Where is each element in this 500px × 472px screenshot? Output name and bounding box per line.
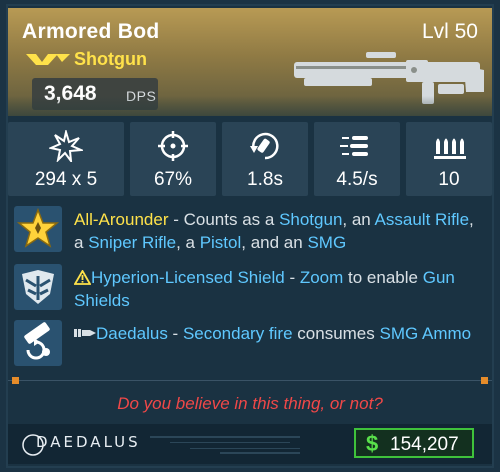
perk-text-part: - [167,324,183,343]
weapon-header: Armored Bod Lvl 50 Shotgun 3,648 DPS [8,8,492,116]
stat-magazine-value: 10 [438,169,460,190]
section-divider [8,380,492,381]
perk-icon-box [14,320,62,366]
divider-accent-left [12,377,19,384]
reload-icon [250,132,279,160]
stat-damage-value: 294 x 5 [34,169,98,190]
perk-icon-box [14,206,62,252]
daedalus-manufacturer-icon [74,329,96,337]
perk-keyword: SMG [307,233,347,252]
perk-title: Hyperion-Licensed Shield [91,268,285,287]
currency-dollar-icon: $ [366,431,379,456]
stats-row: 294 x 5 67% 1.8s 4.5/s 10 [8,122,492,196]
perk-text-part: , an [342,210,375,229]
weapon-level: Lvl 50 [421,20,478,43]
stat-damage: 294 x 5 [8,122,124,196]
accuracy-crosshair-icon [158,131,188,161]
perk-all-arounder: All-Arounder - Counts as a Shotgun, an A… [8,204,492,256]
perk-text-part: - Counts as a [168,210,280,229]
perk-text-part: , a [176,233,200,252]
hyperion-warning-icon [73,269,92,285]
dps-value: 3,648 [44,82,97,105]
stat-accuracy-value: 67% [153,169,193,190]
rarity-chevrons-icon [26,54,70,65]
hyperion-shield-icon [22,270,54,304]
perk-keyword: Shotgun [279,210,343,229]
weapon-type: Shotgun [74,49,147,69]
shotgun-silhouette-icon [294,52,484,104]
perk-keyword: Pistol [199,233,242,252]
perk-description: Hyperion-Licensed Shield - Zoom to enabl… [73,266,474,312]
weapon-name: Armored Bod [22,20,160,43]
daedalus-secondary-fire-icon [24,322,50,360]
perk-description: Daedalus - Secondary fire consumes SMG A… [74,322,474,345]
perk-description: All-Arounder - Counts as a Shotgun, an A… [74,208,474,254]
perk-keyword: SMG Ammo [379,324,472,343]
footer-bar: DAEDALUS $ 154,207 [8,424,492,464]
magazine-icon [434,138,466,159]
perk-daedalus: Daedalus - Secondary fire consumes SMG A… [8,318,492,370]
perk-keyword: Zoom [299,268,344,287]
dps-label: DPS [126,88,157,104]
perk-text-part: consumes [292,324,380,343]
perk-keyword: Sniper Rifle [88,233,177,252]
perk-text-part: to enable [343,268,423,287]
stat-reload-value: 1.8s [247,169,283,190]
stat-fire-rate-value: 4.5/s [336,169,378,190]
stat-reload: 1.8s [222,122,308,196]
perk-text-part: , and an [241,233,308,252]
price-box: $ 154,207 [354,428,474,458]
perk-title: All-Arounder [74,210,169,229]
manufacturer-name: DAEDALUS [36,433,141,451]
dps-box: 3,648 DPS [32,78,158,110]
perk-title: Daedalus [96,324,168,343]
damage-burst-icon [49,130,83,162]
perk-keyword: Assault Rifle [374,210,470,229]
stat-magazine: 10 [406,122,492,196]
divider-accent-right [481,377,488,384]
perk-keyword: Secondary fire [182,324,293,343]
stat-fire-rate: 4.5/s [314,122,400,196]
perk-text-part: - [284,268,300,287]
perk-hyperion-shield: Hyperion-Licensed Shield - Zoom to enabl… [8,262,492,314]
price-value: 154,207 [390,434,459,455]
perk-icon-box [14,264,62,310]
fire-rate-icon [340,136,368,156]
all-arounder-star-icon [16,207,60,248]
flavor-text: Do you believe in this thing, or not? [117,394,383,413]
stat-accuracy: 67% [130,122,216,196]
